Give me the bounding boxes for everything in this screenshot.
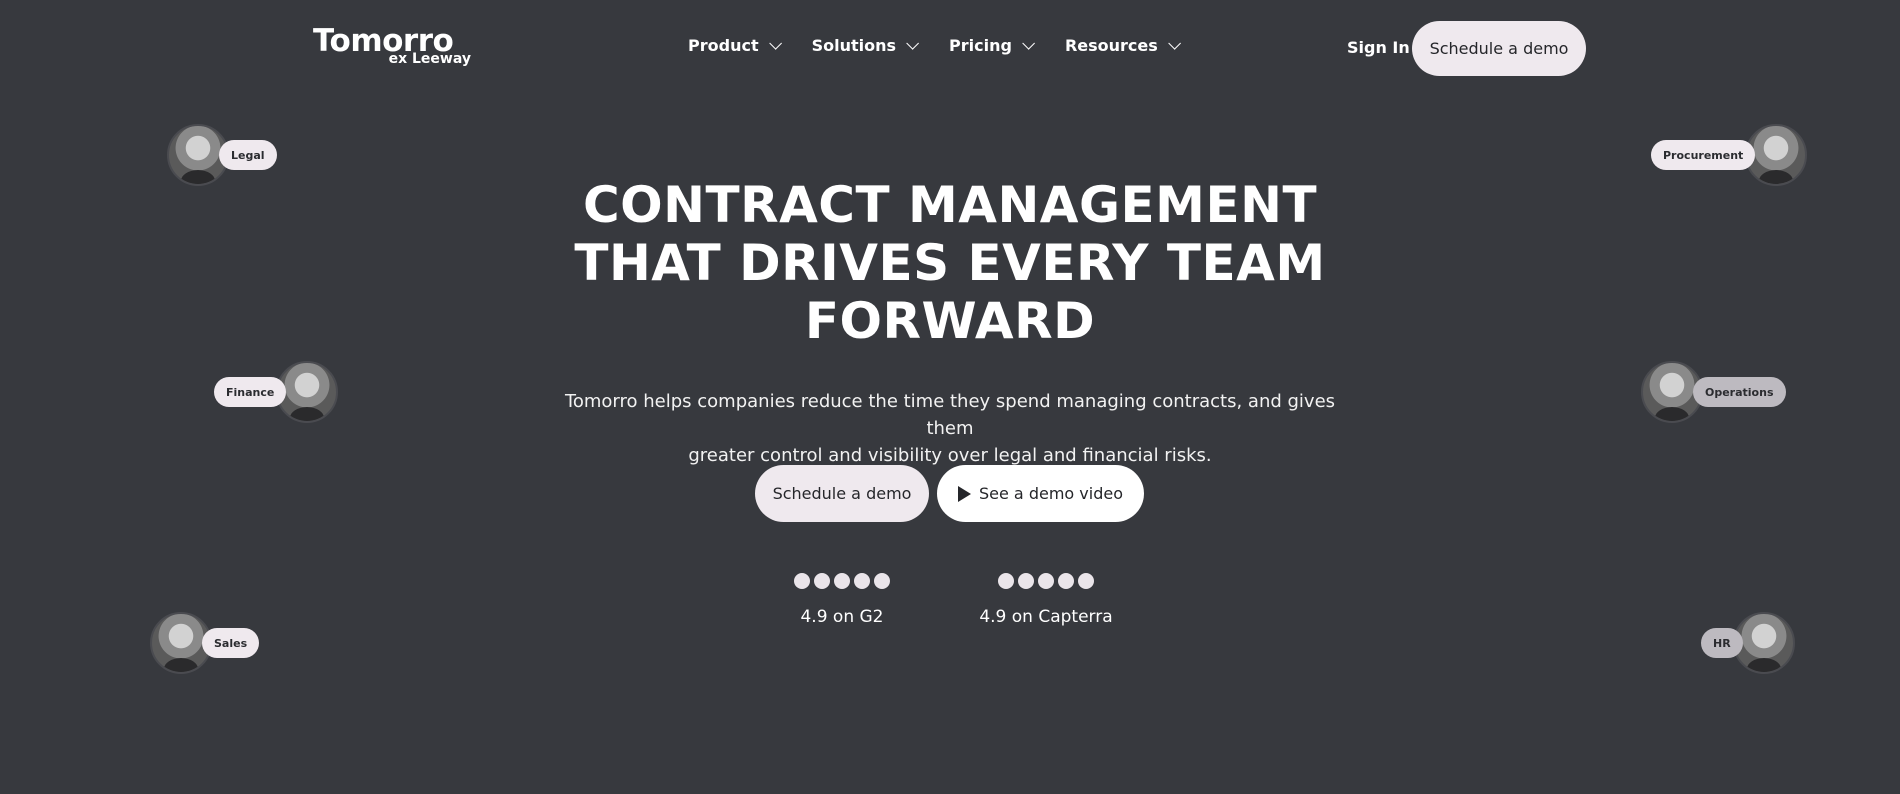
rating-dot-icon: [834, 573, 850, 589]
rating-dot-icon: [1038, 573, 1054, 589]
hero-headline: CONTRACT MANAGEMENT THAT DRIVES EVERY TE…: [500, 176, 1400, 350]
rating-g2-label: 4.9 on G2: [800, 607, 884, 627]
rating-dot-icon: [874, 573, 890, 589]
role-badge-finance: Finance: [214, 361, 339, 423]
chevron-down-icon: [1168, 37, 1181, 50]
logo-subtitle: ex Leeway: [388, 51, 471, 67]
rating-dot-icon: [1058, 573, 1074, 589]
play-icon: [958, 485, 971, 502]
role-pill-procurement: Procurement: [1651, 140, 1756, 170]
nav-product[interactable]: Product: [688, 36, 782, 55]
hero-subheading: Tomorro helps companies reduce the time …: [560, 388, 1340, 469]
subhead-line-1: Tomorro helps companies reduce the time …: [564, 391, 1336, 439]
rating-dots: [762, 573, 922, 589]
rating-dot-icon: [1018, 573, 1034, 589]
role-pill-finance: Finance: [214, 377, 287, 407]
rating-g2: 4.9 on G2: [762, 573, 922, 627]
rating-dot-icon: [1078, 573, 1094, 589]
role-pill-sales: Sales: [202, 628, 260, 658]
nav-solutions-label: Solutions: [811, 36, 897, 55]
demo-video-button[interactable]: See a demo video: [937, 465, 1144, 522]
role-badge-procurement: Procurement: [1651, 124, 1808, 186]
nav-pricing[interactable]: Pricing: [949, 36, 1035, 55]
chevron-down-icon: [768, 37, 782, 50]
rating-dot-icon: [814, 573, 830, 589]
nav-pricing-label: Pricing: [949, 36, 1012, 55]
sign-in-link[interactable]: Sign In: [1347, 38, 1410, 57]
chevron-down-icon: [906, 37, 920, 50]
headline-line-2: THAT DRIVES EVERY TEAM: [574, 234, 1326, 292]
nav-resources[interactable]: Resources: [1064, 36, 1181, 55]
role-pill-hr: HR: [1701, 628, 1743, 658]
headline-line-3: FORWARD: [804, 292, 1096, 350]
nav-resources-label: Resources: [1064, 36, 1158, 55]
nav-product-label: Product: [688, 36, 759, 55]
role-pill-operations: Operations: [1693, 377, 1786, 407]
role-badge-legal: Legal: [167, 124, 277, 186]
rating-dot-icon: [794, 573, 810, 589]
tomorro-logo[interactable]: Tomorro ex Leeway: [313, 24, 473, 70]
nav-solutions[interactable]: Solutions: [811, 36, 920, 55]
rating-dot-icon: [998, 573, 1014, 589]
chevron-down-icon: [1022, 37, 1035, 50]
role-badge-operations: Operations: [1641, 361, 1786, 423]
rating-dot-icon: [854, 573, 870, 589]
headline-line-1: CONTRACT MANAGEMENT: [582, 176, 1318, 234]
demo-video-label: See a demo video: [979, 484, 1123, 503]
nav-schedule-demo-button[interactable]: Schedule a demo: [1412, 21, 1586, 76]
role-badge-sales: Sales: [150, 612, 260, 674]
rating-dots: [966, 573, 1126, 589]
role-pill-legal: Legal: [219, 140, 277, 170]
role-badge-hr: HR: [1701, 612, 1795, 674]
subhead-line-2: greater control and visibility over lega…: [688, 445, 1212, 466]
rating-capterra-label: 4.9 on Capterra: [979, 607, 1113, 627]
rating-capterra: 4.9 on Capterra: [966, 573, 1126, 627]
schedule-demo-button[interactable]: Schedule a demo: [755, 465, 929, 522]
main-nav: Product Solutions Pricing Resources: [688, 36, 1181, 55]
